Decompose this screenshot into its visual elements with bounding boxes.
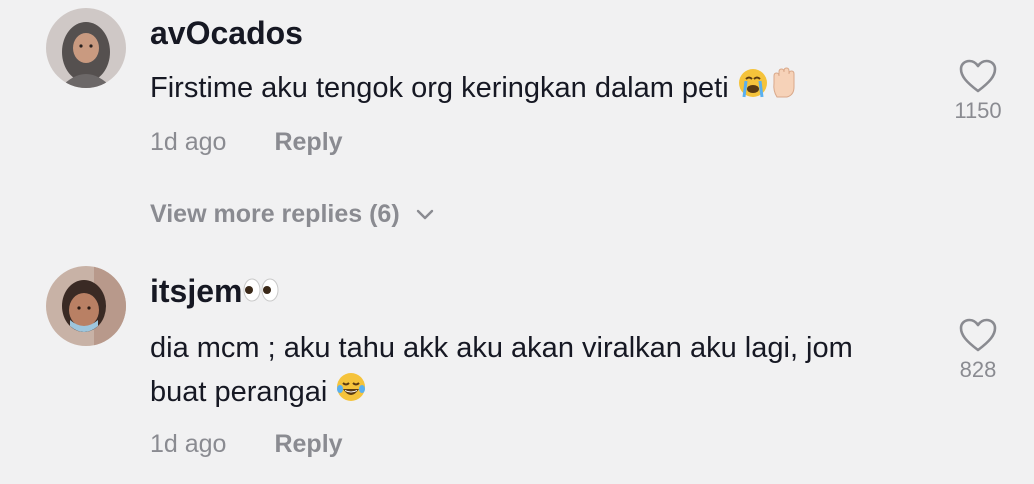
comment-username[interactable]: avOcados	[150, 15, 303, 51]
heart-outline-icon[interactable]	[958, 58, 998, 94]
like-group: 1150	[948, 58, 1008, 124]
raised-hand-icon	[769, 67, 799, 112]
comment-body-line: buat perangai	[150, 376, 328, 408]
tears-of-joy-face-icon	[335, 371, 367, 416]
comment-meta: 1d ago Reply	[150, 126, 343, 158]
comment-meta: 1d ago Reply	[150, 428, 343, 460]
reply-button[interactable]: Reply	[274, 430, 342, 459]
comment-body-line-2: buat perangai	[150, 370, 920, 416]
comment-thread: avOcados Firstime aku tengok org keringk…	[0, 0, 1034, 484]
comment-text: Firstime aku tengok org keringkan dalam …	[150, 66, 920, 112]
reply-button[interactable]: Reply	[274, 128, 342, 157]
comment-body: Firstime aku tengok org keringkan dalam …	[150, 72, 729, 104]
comment-username-row: itsjem	[150, 273, 280, 312]
comment-body-line: dia mcm ; aku tahu akk aku akan viralkan…	[150, 332, 853, 364]
chevron-down-icon	[416, 209, 433, 220]
heart-outline-icon[interactable]	[958, 317, 998, 353]
like-count: 828	[959, 357, 997, 382]
avatar[interactable]	[46, 266, 126, 346]
timestamp: 1d ago	[150, 429, 227, 458]
timestamp: 1d ago	[150, 127, 227, 156]
comment-text: dia mcm ; aku tahu akk aku akan viralkan…	[150, 326, 920, 416]
avatar[interactable]	[46, 8, 126, 88]
like-count: 1150	[954, 98, 1002, 123]
loudly-crying-face-icon	[737, 67, 769, 112]
eyes-icon	[242, 275, 280, 312]
like-group: 828	[948, 317, 1008, 383]
comment-username[interactable]: itsjem	[150, 273, 242, 309]
view-more-replies-button[interactable]: View more replies (6)	[150, 198, 436, 230]
view-more-label: View more replies (6)	[150, 199, 400, 228]
